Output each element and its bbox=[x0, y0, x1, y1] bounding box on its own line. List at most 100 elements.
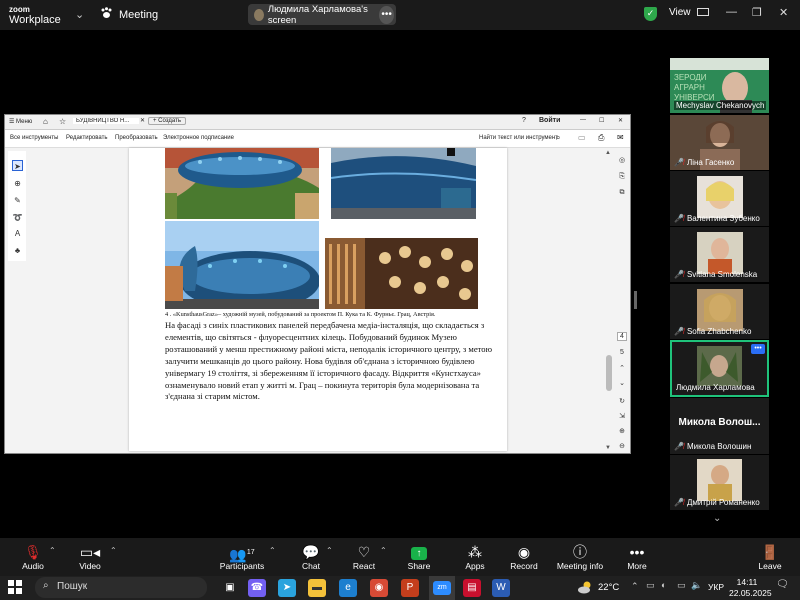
refresh-icon[interactable]: ↻ bbox=[617, 397, 627, 405]
participant-tile-active[interactable]: ••• Людмила Харламова bbox=[670, 340, 769, 397]
powerpoint-icon[interactable]: P bbox=[401, 579, 419, 597]
page-total: 5 bbox=[620, 349, 624, 356]
star-icon[interactable]: ☆ bbox=[59, 117, 66, 126]
mail-icon[interactable]: ✉ bbox=[617, 133, 624, 142]
participant-tile[interactable]: 🎤̸ Sofia Zhabchenko bbox=[670, 284, 769, 339]
close-icon[interactable]: ✕ bbox=[618, 117, 623, 124]
participant-tile[interactable]: 🎤̸ Svitlana Smolenska bbox=[670, 227, 769, 282]
volume-icon[interactable]: 🔈 bbox=[691, 580, 702, 591]
page-down-icon[interactable]: ⌄ bbox=[617, 379, 627, 387]
participant-tile[interactable]: Микола Волош... 🎤̸ Микола Волошин bbox=[670, 398, 769, 454]
bookmark-icon[interactable]: ⎘ bbox=[617, 173, 627, 181]
tray-chevron-icon[interactable]: ⌃ bbox=[631, 581, 639, 592]
participant-tile[interactable]: 🎤̸ Валентина Зубенко bbox=[670, 171, 769, 226]
text-icon[interactable]: A bbox=[12, 228, 23, 239]
notifications-icon[interactable]: 🗨 bbox=[776, 579, 789, 590]
task-view-icon[interactable]: ▣ bbox=[221, 579, 239, 597]
meeting-info-button[interactable]: ⓘ Meeting info bbox=[550, 544, 610, 571]
weather-icon[interactable] bbox=[577, 579, 593, 595]
scroll-down-icon[interactable]: ▼ bbox=[605, 445, 611, 451]
maximize-icon[interactable]: ☐ bbox=[599, 117, 604, 124]
telegram-icon[interactable]: ➤ bbox=[278, 579, 296, 597]
edge-icon[interactable]: e bbox=[339, 579, 357, 597]
shared-screen[interactable]: ☰ Меню ⌂ ☆ БУДІВНИЦТВО Н... ✕ + Создать … bbox=[4, 114, 631, 454]
participant-tile[interactable]: ЗЕРОДИ АГРАРН УНІВЕРСИ Mechyslav Chekano… bbox=[670, 58, 769, 113]
close-tab-icon[interactable]: ✕ bbox=[140, 117, 145, 124]
tray-app-icon[interactable]: ◐ bbox=[661, 580, 666, 590]
comment-icon[interactable]: ◎ bbox=[617, 156, 627, 164]
viber-icon[interactable]: ☎ bbox=[248, 579, 266, 597]
word-icon[interactable]: W bbox=[492, 579, 510, 597]
zoom-in-icon[interactable]: ⊕ bbox=[617, 427, 627, 435]
share-indicator[interactable]: Людмила Харламова's screen ••• bbox=[248, 4, 396, 26]
network-icon[interactable]: ▭ bbox=[677, 580, 686, 591]
share-label: Share bbox=[407, 561, 431, 571]
audio-options-icon[interactable]: ⌃ bbox=[49, 546, 56, 555]
signin-button[interactable]: Войти bbox=[539, 117, 560, 124]
search-icon[interactable]: ⌕ bbox=[556, 133, 560, 143]
windows-start-icon[interactable] bbox=[8, 580, 22, 594]
pages-icon[interactable]: ⧉ bbox=[617, 189, 627, 197]
language-indicator[interactable]: УКР bbox=[708, 582, 724, 592]
convert-button[interactable]: Преобразовать bbox=[115, 135, 158, 141]
record-button[interactable]: ◉ Record bbox=[494, 544, 554, 571]
video-options-icon[interactable]: ⌃ bbox=[110, 546, 117, 555]
print-icon[interactable]: ⎙ bbox=[598, 133, 604, 143]
close-icon[interactable]: ✕ bbox=[779, 6, 788, 19]
zoom-out-icon[interactable]: ⊖ bbox=[617, 442, 627, 450]
create-button[interactable]: + Создать bbox=[148, 117, 186, 125]
document-tab[interactable]: БУДІВНИЦТВО Н... bbox=[73, 118, 139, 124]
zoom-taskbar-icon[interactable]: zm bbox=[429, 576, 455, 600]
participant-tile[interactable]: 🎤̸ Ліна Гасенко bbox=[670, 115, 769, 170]
participants-options-icon[interactable]: ⌃ bbox=[269, 546, 276, 555]
tile-more-icon[interactable]: ••• bbox=[751, 344, 765, 354]
home-icon[interactable]: ⌂ bbox=[43, 117, 48, 126]
menu-button[interactable]: ☰ Меню bbox=[9, 118, 32, 125]
scroll-up-icon[interactable]: ▲ bbox=[605, 150, 611, 156]
more-icon[interactable]: ••• bbox=[379, 5, 394, 24]
tray-app-icon[interactable]: ▭ bbox=[646, 580, 655, 591]
minimize-icon[interactable]: — bbox=[726, 6, 737, 18]
share-button[interactable]: ↑ Share bbox=[389, 544, 449, 571]
chat-options-icon[interactable]: ⌃ bbox=[326, 546, 333, 555]
participant-name: Микола Волошин bbox=[686, 442, 752, 451]
esign-button[interactable]: Электронное подписание bbox=[163, 135, 234, 141]
panel-splitter[interactable] bbox=[634, 291, 637, 309]
participant-name-row: 🎤̸ Ліна Гасенко bbox=[674, 158, 734, 167]
participant-name-row: Людмила Харламова bbox=[676, 383, 755, 392]
meeting-menu[interactable]: Meeting bbox=[100, 7, 158, 22]
zoom-icon[interactable]: ⊕ bbox=[12, 178, 23, 189]
react-options-icon[interactable]: ⌃ bbox=[380, 546, 387, 555]
more-button[interactable]: ••• More bbox=[607, 544, 667, 571]
lasso-icon[interactable]: ➰ bbox=[12, 212, 23, 223]
all-tools-button[interactable]: Все инструменты bbox=[10, 135, 58, 141]
help-icon[interactable]: ? bbox=[522, 117, 526, 124]
pdf-reader-icon[interactable]: ▤ bbox=[463, 579, 481, 597]
chevron-down-icon[interactable]: ⌄ bbox=[713, 513, 721, 524]
stamp-icon[interactable]: ♣ bbox=[12, 245, 23, 256]
save-icon[interactable]: ▭ bbox=[578, 133, 586, 142]
mic-muted-icon: 🎤̸ bbox=[674, 270, 684, 279]
restore-icon[interactable]: ❐ bbox=[752, 6, 762, 19]
chevron-down-icon[interactable]: ⌄ bbox=[75, 8, 84, 21]
chrome-icon[interactable]: ◉ bbox=[370, 579, 388, 597]
scrollbar-thumb[interactable] bbox=[606, 355, 612, 391]
taskbar-search-input[interactable]: ⌕ Пошук bbox=[35, 577, 207, 598]
select-icon[interactable]: ➤ bbox=[12, 160, 23, 171]
pen-icon[interactable]: ✎ bbox=[12, 195, 23, 206]
participants-button[interactable]: 👥17 Participants bbox=[212, 544, 272, 571]
vertical-scrollbar[interactable]: ▲ ▼ bbox=[605, 148, 613, 453]
file-explorer-icon[interactable]: ▬ bbox=[308, 579, 326, 597]
view-button[interactable]: View bbox=[669, 7, 710, 18]
extract-icon[interactable]: ⇲ bbox=[617, 412, 627, 420]
search-tools-input[interactable]: Найти текст или инструмент bbox=[479, 135, 558, 141]
participant-name-row: 🎤̸ Sofia Zhabchenko bbox=[674, 327, 751, 336]
page-up-icon[interactable]: ⌃ bbox=[617, 364, 627, 372]
clock[interactable]: 14:11 22.05.2025 bbox=[729, 577, 772, 599]
participant-tile[interactable]: 🎤̸ Дмитрій Романенко bbox=[670, 455, 769, 510]
edit-button[interactable]: Редактировать bbox=[66, 135, 107, 141]
page-number-input[interactable]: 4 bbox=[617, 332, 627, 341]
minimize-icon[interactable]: — bbox=[580, 117, 586, 123]
leave-button[interactable]: 🚪 Leave bbox=[740, 544, 800, 571]
shield-icon[interactable]: ✓ bbox=[644, 7, 657, 21]
